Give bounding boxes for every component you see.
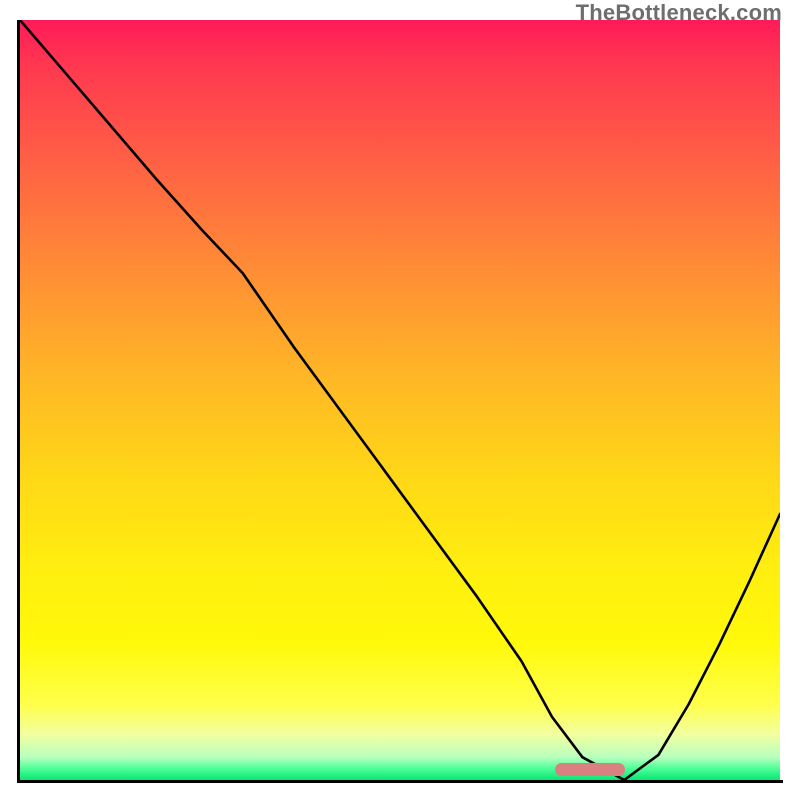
x-axis (17, 780, 783, 783)
plot-area (20, 20, 780, 780)
optimal-range-marker (555, 763, 625, 776)
curve-overlay (20, 20, 780, 780)
y-axis (17, 20, 20, 783)
chart-container: TheBottleneck.com (0, 0, 800, 800)
bottleneck-curve (20, 20, 780, 780)
watermark-text: TheBottleneck.com (576, 0, 782, 26)
